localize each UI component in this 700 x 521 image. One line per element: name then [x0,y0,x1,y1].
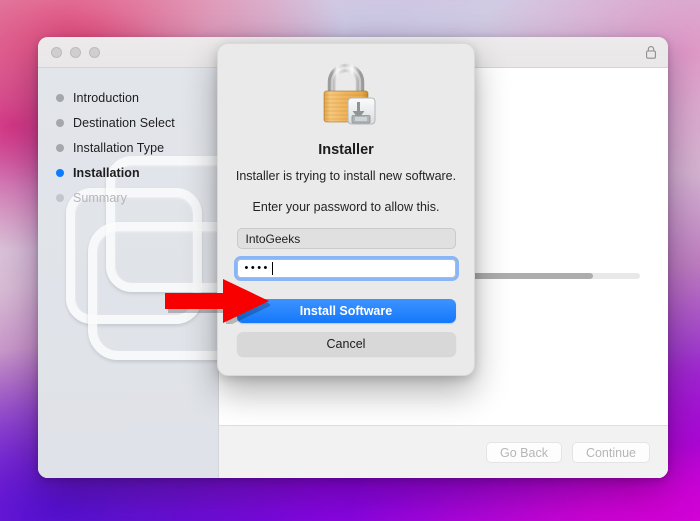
dialog-subtitle: Installer is trying to install new softw… [235,169,457,183]
continue-button[interactable]: Continue [571,441,650,463]
go-back-button[interactable]: Go Back [486,441,562,463]
cancel-button[interactable]: Cancel [236,332,456,356]
installer-step-list: Introduction Destination Select Installa… [38,68,218,210]
sidebar-step-introduction[interactable]: Introduction [56,85,218,110]
step-label: Installation [73,165,140,180]
installer-footer: Go Back Continue [219,426,668,478]
step-label: Installation Type [73,140,165,155]
step-bullet-icon [56,168,64,177]
authentication-dialog: Installer Installer is trying to install… [217,43,475,376]
dialog-title: Installer [318,142,374,158]
step-bullet-icon [56,93,64,102]
install-software-button[interactable]: Install Software [236,299,456,323]
username-value: IntoGeeks [245,231,301,246]
step-bullet-icon [56,193,64,202]
password-input[interactable]: •••• [236,259,456,278]
padlock-icon[interactable] [645,45,657,59]
window-traffic-lights [51,47,100,58]
lock-with-install-badge-icon [310,62,382,130]
sidebar-step-installation[interactable]: Installation [56,160,218,185]
step-bullet-icon [56,143,64,152]
step-label: Summary [73,190,127,205]
installer-sidebar: Introduction Destination Select Installa… [38,68,219,478]
password-value: •••• [244,262,270,274]
step-bullet-icon [56,118,64,127]
sidebar-step-summary: Summary [56,185,218,210]
step-label: Destination Select [73,115,175,130]
minimize-button[interactable] [70,47,81,58]
sidebar-step-destination-select[interactable]: Destination Select [56,110,218,135]
password-input-focus-ring: •••• [233,256,459,281]
zoom-button[interactable] [89,47,100,58]
username-input[interactable]: IntoGeeks [236,228,456,249]
step-label: Introduction [73,90,140,105]
text-caret [271,262,273,275]
sidebar-step-installation-type[interactable]: Installation Type [56,135,218,160]
close-button[interactable] [51,47,62,58]
dialog-instruction: Enter your password to allow this. [252,200,440,214]
